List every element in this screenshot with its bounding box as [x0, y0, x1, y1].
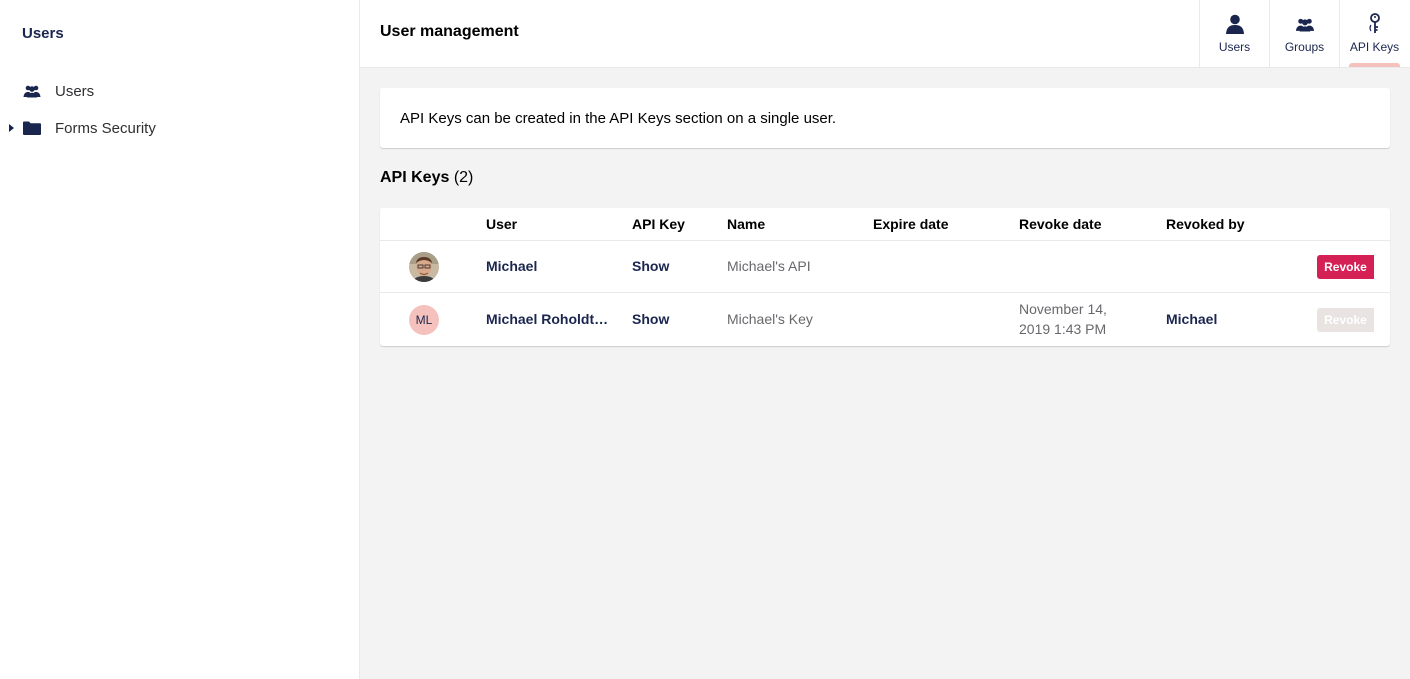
main-content: API Keys can be created in the API Keys … [360, 68, 1410, 679]
user-name[interactable]: Michael [486, 258, 537, 274]
sidebar-item-label: Users [55, 82, 95, 100]
column-header-revoke-date: Revoke date [1019, 216, 1102, 232]
column-header-api-key: API Key [632, 216, 685, 232]
users-icon [23, 83, 41, 99]
tab-label: API Keys [1349, 40, 1400, 54]
revoke-button: Revoke [1317, 308, 1374, 332]
table-row[interactable]: Michael Show Michael's API Revoke [380, 241, 1390, 293]
section-title: API Keys (2) [380, 169, 473, 187]
folder-icon [23, 120, 41, 136]
column-header-name: Name [727, 216, 766, 232]
tab-label: Users [1218, 40, 1251, 54]
user-icon [1225, 13, 1245, 35]
revoke-date-line2: 2019 1:43 PM [1019, 321, 1107, 337]
show-api-key-link[interactable]: Show [632, 258, 669, 274]
table-header: User API Key Name Expire date Revoke dat… [380, 208, 1390, 241]
sidebar-item-users[interactable]: Users [0, 76, 359, 106]
header: User management Users Groups API Keys [360, 0, 1410, 68]
revoked-by: Michael [1166, 311, 1218, 327]
avatar-initials: ML [415, 313, 433, 327]
column-header-revoked-by: Revoked by [1166, 216, 1245, 232]
avatar: ML [409, 305, 439, 335]
api-keys-table: User API Key Name Expire date Revoke dat… [380, 208, 1390, 346]
sidebar-item-label: Forms Security [55, 119, 156, 137]
users-icon [1295, 13, 1315, 35]
tab-users[interactable]: Users [1199, 0, 1269, 67]
avatar [409, 252, 439, 282]
api-key-name: Michael's API [727, 258, 811, 274]
section-count: (2) [453, 169, 474, 186]
user-name[interactable]: Michael Roholdt… [486, 311, 608, 327]
tab-groups[interactable]: Groups [1269, 0, 1339, 67]
page-title: User management [380, 23, 519, 40]
revoke-date-line1: November 14, [1019, 301, 1107, 317]
active-tab-indicator [1349, 63, 1400, 67]
table-row[interactable]: ML Michael Roholdt… Show Michael's Key N… [380, 294, 1390, 346]
revoke-button[interactable]: Revoke [1317, 255, 1374, 279]
caret-right-icon[interactable] [9, 124, 14, 132]
key-icon [1368, 13, 1382, 35]
sidebar-item-forms-security[interactable]: Forms Security [0, 113, 359, 143]
info-text: API Keys can be created in the API Keys … [400, 109, 837, 127]
show-api-key-link[interactable]: Show [632, 311, 669, 327]
api-key-name: Michael's Key [727, 311, 813, 327]
tab-label: Groups [1284, 40, 1325, 54]
section-title-label: API Keys [380, 169, 450, 186]
column-header-expire-date: Expire date [873, 216, 949, 232]
sidebar: Users Users Forms Security [0, 0, 360, 679]
info-box: API Keys can be created in the API Keys … [380, 88, 1390, 148]
sidebar-title: Users [22, 25, 64, 42]
column-header-user: User [486, 216, 518, 232]
tab-api-keys[interactable]: API Keys [1339, 0, 1409, 67]
